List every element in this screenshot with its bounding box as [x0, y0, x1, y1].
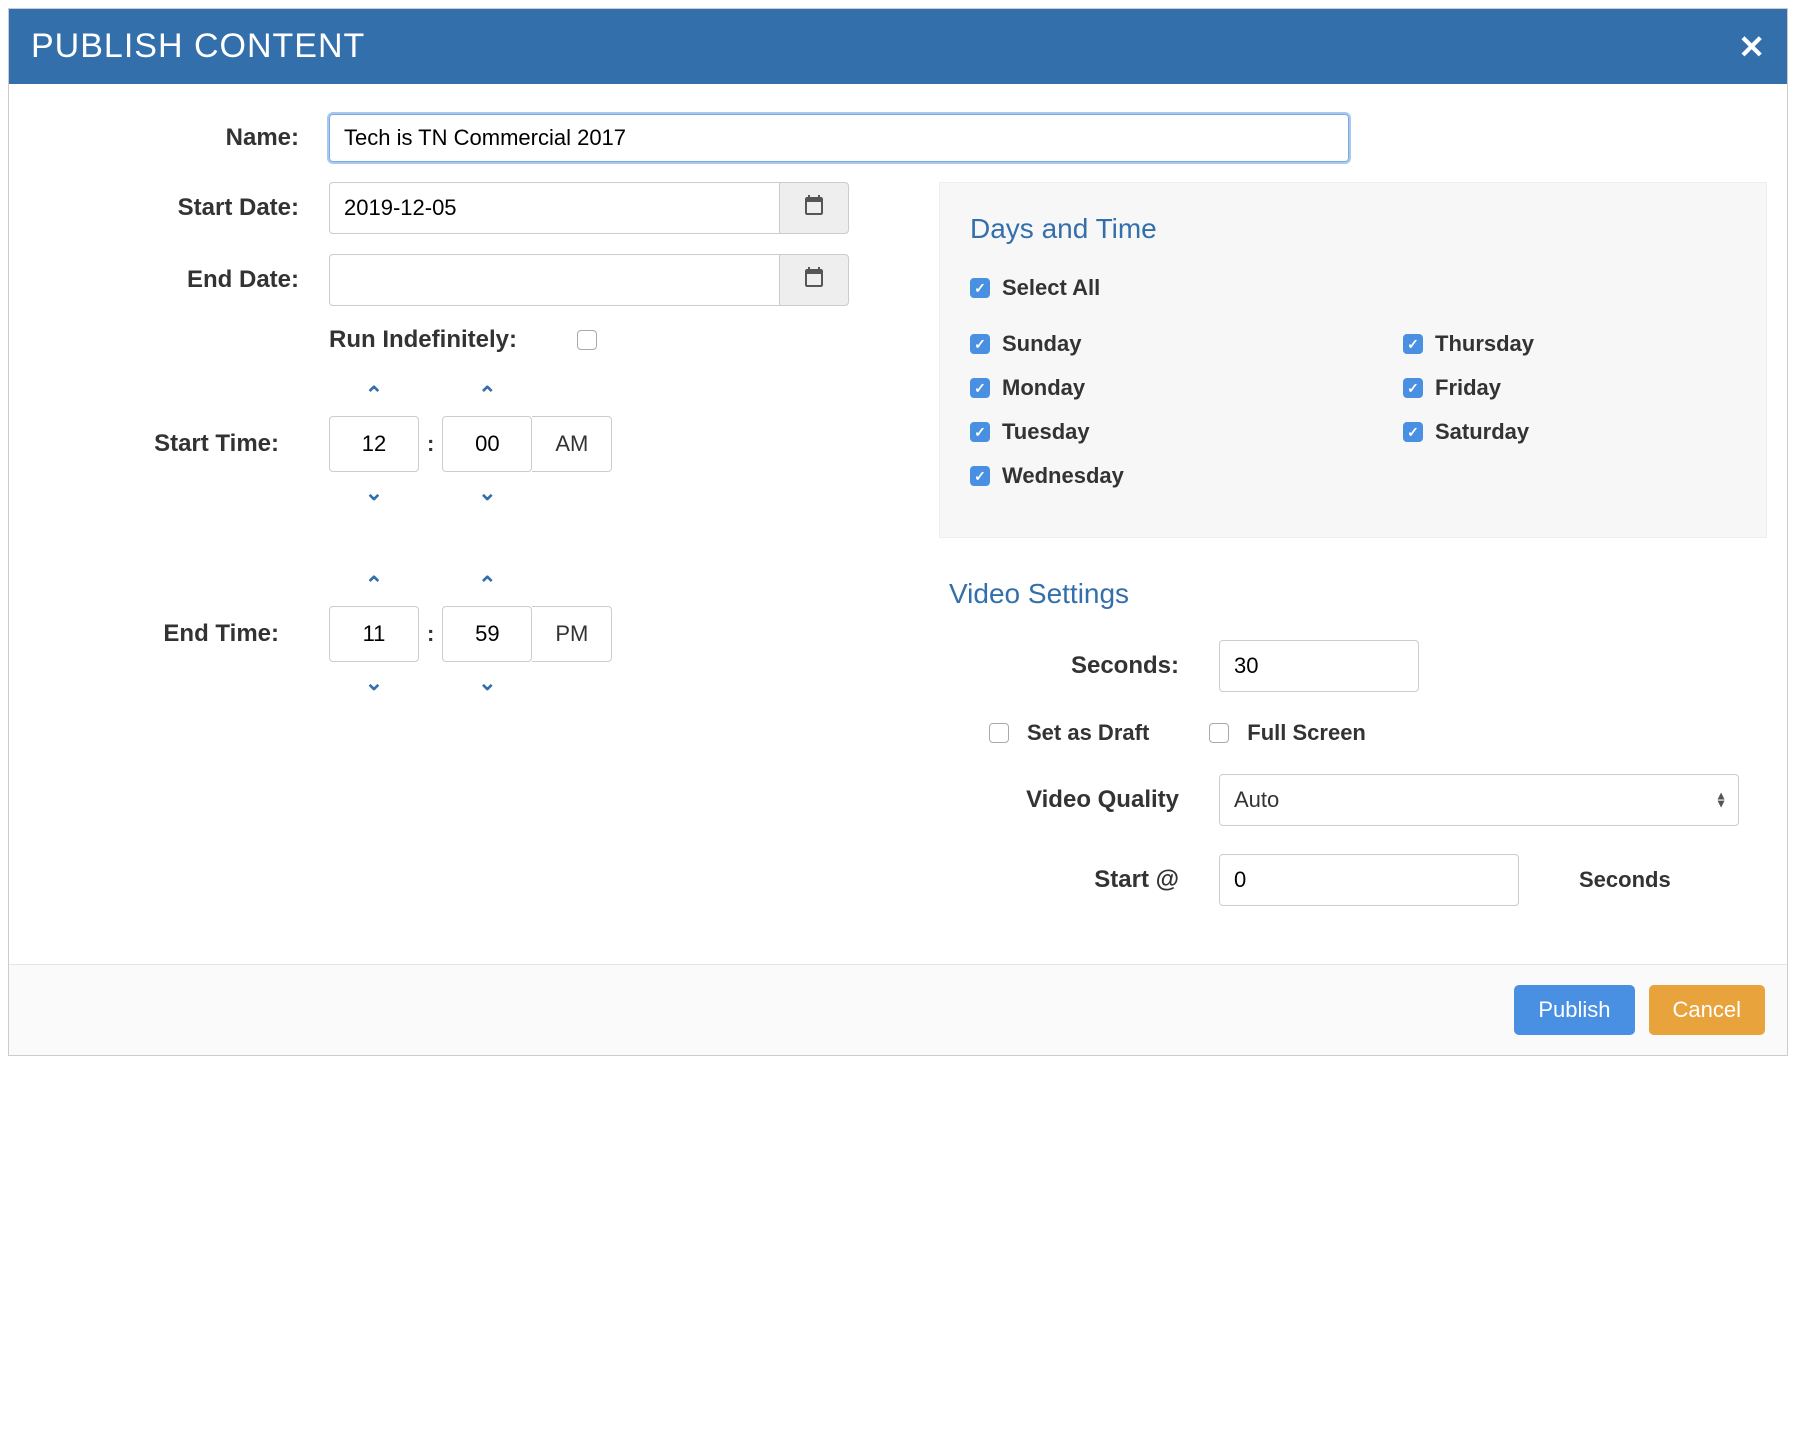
set-as-draft-checkbox[interactable]	[989, 723, 1009, 743]
day-option-friday: Friday	[1403, 375, 1736, 401]
run-indefinitely-checkbox[interactable]	[577, 330, 597, 350]
select-all-checkbox[interactable]	[970, 278, 990, 298]
day-label: Sunday	[1002, 331, 1081, 357]
calendar-icon	[802, 265, 826, 295]
chevron-up-icon[interactable]: ⌃	[458, 374, 516, 416]
start-date-picker-button[interactable]	[779, 182, 849, 234]
start-at-suffix: Seconds	[1579, 867, 1671, 893]
end-time-ampm-toggle[interactable]: PM	[532, 606, 612, 662]
chevron-up-icon[interactable]: ⌃	[345, 564, 403, 606]
end-date-picker-button[interactable]	[779, 254, 849, 306]
day-option-saturday: Saturday	[1403, 419, 1736, 445]
right-column: Days and Time Select All Sunday	[939, 182, 1767, 934]
video-settings-title: Video Settings	[949, 578, 1767, 610]
start-time-minute-input[interactable]	[442, 416, 532, 472]
modal-body: Name: Start Date:	[9, 84, 1787, 964]
day-label: Thursday	[1435, 331, 1534, 357]
cancel-button[interactable]: Cancel	[1649, 985, 1765, 1035]
end-time-label: End Time:	[29, 620, 329, 648]
chevron-down-icon[interactable]: ⌄	[458, 662, 516, 704]
full-screen-label: Full Screen	[1247, 720, 1366, 746]
tuesday-checkbox[interactable]	[970, 422, 990, 442]
start-time-ampm-toggle[interactable]: AM	[532, 416, 612, 472]
time-colon: :	[419, 431, 442, 457]
full-screen-checkbox[interactable]	[1209, 723, 1229, 743]
seconds-input[interactable]	[1219, 640, 1419, 692]
modal-title: PUBLISH CONTENT	[31, 27, 365, 66]
modal-footer: Publish Cancel	[9, 964, 1787, 1055]
day-option-sunday: Sunday	[970, 331, 1303, 357]
friday-checkbox[interactable]	[1403, 378, 1423, 398]
schedule-left-column: Start Date: End Date:	[29, 182, 909, 754]
close-icon[interactable]: ✕	[1738, 31, 1765, 63]
start-at-label: Start @	[949, 866, 1219, 894]
wednesday-checkbox[interactable]	[970, 466, 990, 486]
video-settings-panel: Video Settings Seconds: Set as Draft	[939, 578, 1767, 906]
start-at-input[interactable]	[1219, 854, 1519, 906]
time-colon: :	[419, 621, 442, 647]
day-label: Tuesday	[1002, 419, 1090, 445]
start-date-row: Start Date:	[29, 182, 909, 234]
end-date-label: End Date:	[29, 266, 329, 294]
end-time-block: End Time: ⌃ ⌄ : ⌃ ⌄	[29, 564, 909, 704]
start-time-hour-input[interactable]	[329, 416, 419, 472]
end-time-minute-input[interactable]	[442, 606, 532, 662]
start-date-input[interactable]	[329, 182, 779, 234]
day-option-thursday: Thursday	[1403, 331, 1736, 357]
publish-button[interactable]: Publish	[1514, 985, 1634, 1035]
run-indefinitely-label: Run Indefinitely:	[329, 326, 517, 354]
chevron-down-icon[interactable]: ⌄	[345, 662, 403, 704]
chevron-down-icon[interactable]: ⌄	[458, 472, 516, 514]
modal-header: PUBLISH CONTENT ✕	[9, 9, 1787, 84]
day-option-monday: Monday	[970, 375, 1303, 401]
sunday-checkbox[interactable]	[970, 334, 990, 354]
day-label: Monday	[1002, 375, 1085, 401]
saturday-checkbox[interactable]	[1403, 422, 1423, 442]
start-time-label: Start Time:	[29, 430, 329, 458]
day-option-wednesday: Wednesday	[970, 463, 1303, 489]
end-time-hour-input[interactable]	[329, 606, 419, 662]
video-quality-select[interactable]: Auto	[1219, 774, 1739, 826]
days-time-title: Days and Time	[970, 213, 1736, 245]
day-option-tuesday: Tuesday	[970, 419, 1303, 445]
days-time-panel: Days and Time Select All Sunday	[939, 182, 1767, 538]
chevron-up-icon[interactable]: ⌃	[458, 564, 516, 606]
select-all-option: Select All	[970, 275, 1736, 301]
monday-checkbox[interactable]	[970, 378, 990, 398]
start-date-label: Start Date:	[29, 194, 329, 222]
end-date-row: End Date:	[29, 254, 909, 306]
day-label: Friday	[1435, 375, 1501, 401]
name-row: Name:	[29, 114, 1767, 162]
chevron-up-icon[interactable]: ⌃	[345, 374, 403, 416]
name-input[interactable]	[329, 114, 1349, 162]
run-indefinitely-row: Run Indefinitely:	[29, 326, 909, 354]
set-as-draft-label: Set as Draft	[1027, 720, 1149, 746]
publish-content-modal: PUBLISH CONTENT ✕ Name: Start Date:	[8, 8, 1788, 1056]
thursday-checkbox[interactable]	[1403, 334, 1423, 354]
day-label: Wednesday	[1002, 463, 1124, 489]
start-time-block: Start Time: ⌃ ⌄ : ⌃ ⌄	[29, 374, 909, 514]
select-all-label: Select All	[1002, 275, 1100, 301]
name-label: Name:	[29, 124, 329, 152]
seconds-label: Seconds:	[949, 652, 1219, 680]
calendar-icon	[802, 193, 826, 223]
end-date-input[interactable]	[329, 254, 779, 306]
chevron-down-icon[interactable]: ⌄	[345, 472, 403, 514]
day-label: Saturday	[1435, 419, 1529, 445]
video-quality-label: Video Quality	[949, 786, 1219, 814]
